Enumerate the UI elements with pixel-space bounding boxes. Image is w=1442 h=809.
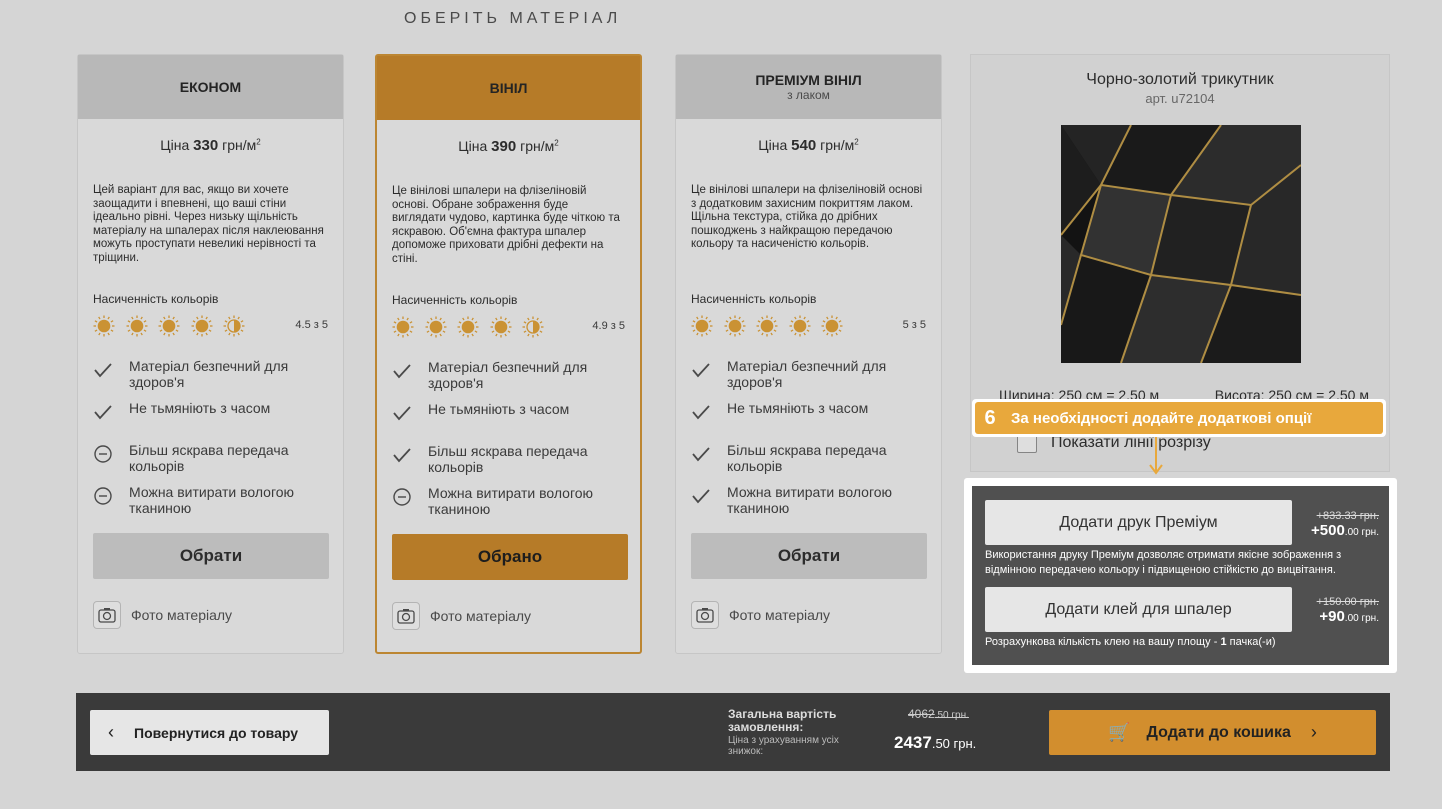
premium-print-old-price: +833.33 грн. — [1316, 510, 1379, 522]
premium-print-description: Використання друку Преміум дозволяє отри… — [985, 549, 1342, 576]
arrow-down-icon — [1149, 437, 1163, 475]
back-button-label: Повернутися до товару — [134, 724, 299, 741]
tip-text: За необхідності додайте додаткові опції — [1011, 409, 1312, 427]
add-to-cart-button[interactable]: 🛒 Додати до кошика › — [1049, 710, 1376, 755]
new-total: 2437.50 грн. — [894, 733, 977, 752]
total-label: Загальна вартість замовлення: — [728, 707, 837, 734]
glue-new-price: +90.00 грн. — [1319, 608, 1379, 625]
order-footer: ‹ Повернутися до товару Загальна вартіст… — [76, 693, 1390, 771]
tip-number: 6 — [984, 406, 996, 429]
premium-print-new-price: +500.00 грн. — [1311, 522, 1379, 539]
add-glue-button[interactable]: Додати клей для шпалер — [985, 587, 1292, 632]
total-note: Ціна з урахуванням усіх знижок: — [728, 735, 839, 757]
chevron-left-icon: ‹ — [108, 722, 114, 742]
old-total: 4062.50 грн. — [908, 707, 969, 721]
back-to-product-button[interactable]: ‹ Повернутися до товару — [90, 710, 329, 755]
page: ОБЕРІТЬ МАТЕРІАЛ ЕКОНОМ Ціна 330 грн/м2 … — [0, 0, 1442, 809]
cart-button-label: Додати до кошика — [1146, 723, 1291, 741]
glue-old-price: +150.00 грн. — [1316, 596, 1379, 608]
premium-print-price: +833.33 грн. +500.00 грн. — [1311, 510, 1379, 539]
add-premium-print-button[interactable]: Додати друк Преміум — [985, 500, 1292, 545]
chevron-right-icon: › — [1310, 722, 1317, 742]
glue-price: +150.00 грн. +90.00 грн. — [1317, 596, 1379, 625]
cart-icon: 🛒 — [1108, 722, 1131, 742]
extra-options-panel: Додати друк Преміум +833.33 грн. +500.00… — [964, 478, 1397, 673]
tip-callout: 6 За необхідності додайте додаткові опці… — [972, 399, 1386, 437]
glue-description: Розрахункова кількість клею на вашу площ… — [985, 636, 1276, 648]
